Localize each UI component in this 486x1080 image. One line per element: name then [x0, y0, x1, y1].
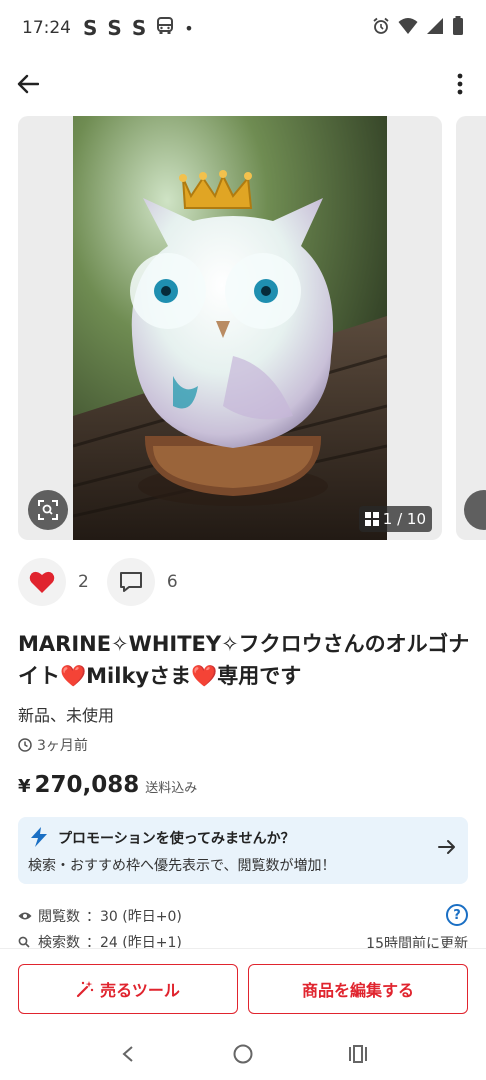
image-counter: 1 / 10	[358, 506, 432, 532]
next-image-lens-button[interactable]	[464, 490, 486, 530]
sell-tools-button[interactable]: 売るツール	[18, 964, 238, 1014]
title-part-2: Milkyさま	[86, 664, 192, 688]
app-bar	[0, 60, 486, 110]
promotion-body: 検索・おすすめ枠へ優先表示で、閲覧数が増加！	[28, 858, 336, 874]
help-icon[interactable]: ?	[446, 904, 468, 926]
alarm-icon	[372, 17, 390, 40]
status-s-icon-2: S	[107, 16, 122, 40]
comment-icon	[119, 572, 142, 592]
comment-count: 6	[166, 572, 178, 592]
title-heart-1: ❤️	[60, 664, 87, 688]
edit-item-label: 商品を編集する	[301, 981, 414, 1000]
status-s-icon-1: S	[83, 16, 98, 40]
bottom-action-bar: 売るツール 商品を編集する	[0, 948, 486, 1028]
edit-item-button[interactable]: 商品を編集する	[248, 964, 468, 1014]
magic-wand-icon	[77, 981, 94, 998]
nav-back-icon[interactable]	[112, 1038, 144, 1070]
title-heart-2: ❤️	[191, 664, 218, 688]
lens-scan-icon	[38, 500, 58, 520]
price-amount: 270,088	[34, 772, 140, 798]
eye-icon	[18, 911, 34, 921]
status-time: 17:24	[22, 18, 71, 38]
next-image-peek[interactable]	[456, 116, 486, 540]
posted-time-text: 3ヶ月前	[37, 738, 88, 754]
comment-button[interactable]	[106, 558, 155, 606]
product-title: MARINE✧WHITEY✧フクロウさんのオルゴナイト❤️Milkyさま❤️専用…	[18, 628, 473, 692]
like-button[interactable]	[18, 558, 66, 606]
sell-tools-label: 売るツール	[100, 981, 180, 1000]
status-s-icon-3: S	[131, 16, 147, 40]
clock-icon	[18, 738, 32, 752]
reactions-row: 2 6	[18, 556, 196, 608]
status-bar: 17:24 S S S •	[0, 0, 486, 56]
more-options-icon[interactable]	[448, 68, 472, 100]
promotion-banner[interactable]: プロモーションを使ってみませんか？ 検索・おすすめ枠へ優先表示で、閲覧数が増加！	[18, 817, 468, 884]
views-value: ：30 (昨日+0)	[86, 909, 182, 925]
battery-icon	[452, 16, 464, 40]
product-photo[interactable]	[72, 116, 388, 540]
wifi-icon	[398, 17, 418, 40]
lightning-icon	[30, 827, 48, 851]
like-count: 2	[78, 572, 89, 592]
grid-icon	[364, 512, 379, 526]
owl-orgonite-image	[72, 116, 388, 540]
price-currency: ¥	[18, 776, 31, 797]
search-icon	[18, 936, 34, 948]
shipping-included: 送料込み	[145, 781, 198, 796]
image-counter-text: 1 / 10	[382, 510, 426, 528]
title-part-3: 専用です	[217, 664, 302, 688]
bus-icon	[156, 16, 174, 40]
arrow-right-icon	[438, 839, 456, 859]
back-arrow-icon[interactable]	[12, 68, 44, 100]
posted-time: 3ヶ月前	[18, 735, 88, 755]
views-row: 閲覧数 ：30 (昨日+0) ?	[18, 903, 468, 929]
views-label: 閲覧数	[38, 909, 80, 925]
nav-recents-icon[interactable]	[342, 1038, 374, 1070]
item-condition: 新品、未使用	[18, 706, 115, 725]
price: ¥ 270,088 送料込み	[18, 772, 197, 798]
image-carousel[interactable]: 1 / 10	[18, 116, 442, 540]
status-dot: •	[184, 18, 194, 38]
nav-home-icon[interactable]	[227, 1038, 259, 1070]
heart-icon	[29, 571, 55, 593]
system-nav-bar	[0, 1028, 486, 1080]
signal-icon	[426, 17, 444, 40]
promotion-title: プロモーションを使ってみませんか？	[58, 831, 295, 847]
image-search-lens-button[interactable]	[28, 490, 68, 530]
